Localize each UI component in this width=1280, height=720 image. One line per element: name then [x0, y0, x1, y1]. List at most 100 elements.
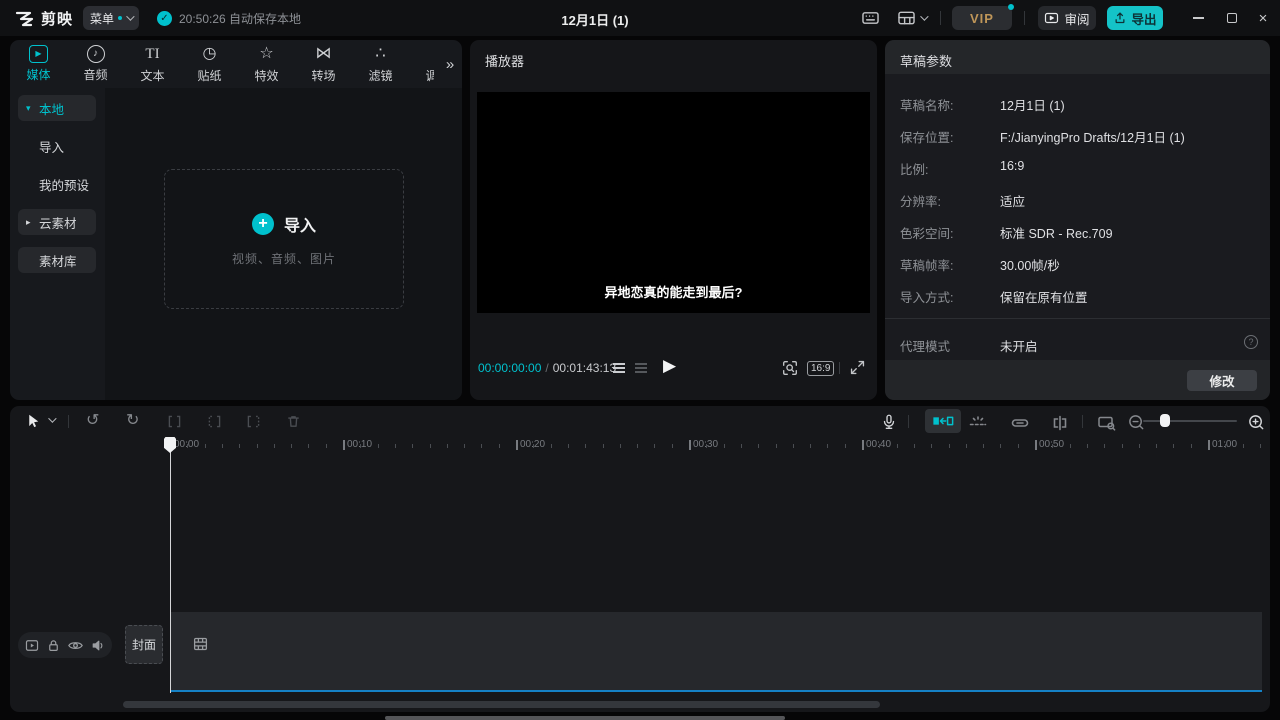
timeline-scrollbar[interactable] [123, 701, 880, 708]
minimize-button[interactable] [1181, 0, 1215, 36]
tab-effects[interactable]: ☆特效 [238, 40, 295, 88]
ruler-tick [741, 444, 742, 448]
auto-snap-button[interactable] [925, 409, 961, 433]
delete-button[interactable] [285, 413, 302, 430]
tree-arrow-icon: ▸ [26, 217, 34, 228]
zoom-slider-handle[interactable] [1160, 414, 1170, 427]
speaker-icon[interactable] [90, 638, 106, 653]
tab-text[interactable]: TI文本 [124, 40, 181, 88]
ruler-tick [378, 444, 379, 448]
fullscreen-button[interactable] [849, 359, 866, 376]
param-row: 保存位置:F:/JianyingPro Drafts/12月1日 (1) [885, 119, 1270, 151]
ruler-tick [637, 444, 638, 448]
params-footer: 修改 [885, 360, 1270, 400]
sidebar-item-my-presets[interactable]: 我的预设 [18, 171, 96, 197]
sidebar-item-import[interactable]: 导入 [18, 133, 96, 159]
tab-adjust[interactable]: ⋮调节 [409, 40, 434, 88]
vip-button[interactable]: VIP [952, 6, 1012, 30]
current-time: 00:00:00:00 [478, 361, 541, 375]
param-row: 导入方式:保留在原有位置 [885, 279, 1270, 311]
text-tab-icon: TI [145, 44, 159, 64]
autosave-status: ✓ 20:50:26 自动保存本地 [157, 10, 301, 27]
split-keep-left-button[interactable] [206, 413, 223, 430]
menu-button[interactable]: 菜单 [83, 6, 139, 30]
tab-filters[interactable]: ∴滤镜 [352, 40, 409, 88]
ruler-tick [205, 444, 206, 448]
zoom-out-button[interactable] [1127, 413, 1146, 432]
ruler-tick [447, 444, 448, 448]
undo-button[interactable]: ↺ [86, 413, 99, 429]
tree-arrow-icon: ▾ [26, 103, 34, 114]
zoom-slider[interactable] [1143, 420, 1237, 422]
film-strip-icon [192, 636, 209, 652]
magnet-snap-icon [932, 413, 954, 429]
eye-icon[interactable] [67, 638, 84, 653]
help-icon[interactable]: ? [1244, 335, 1258, 349]
ruler-tick [1225, 444, 1226, 448]
aspect-ratio-button[interactable]: 16:9 [807, 361, 834, 376]
preview-axis-icon [968, 413, 988, 433]
timeline-ruler[interactable]: 00:0000:1000:2000:3000:4000:5001:00 [10, 436, 1270, 458]
tab-label: 特效 [254, 67, 278, 84]
param-label: 保存位置: [900, 127, 953, 146]
tab-audio[interactable]: ♪音频 [67, 40, 124, 88]
ruler-tick [897, 444, 898, 448]
ruler-tick [724, 444, 725, 448]
ruler-tick [1243, 444, 1244, 448]
track-media-icon[interactable] [24, 638, 40, 653]
bottom-edge-artifact [385, 716, 785, 720]
tab-media[interactable]: ▶媒体 [10, 40, 67, 88]
import-dropzone[interactable]: + 导入 视频、音频、图片 [164, 169, 404, 309]
split-button[interactable] [166, 413, 183, 430]
sidebar-item-material-library[interactable]: 素材库 [18, 247, 96, 273]
param-label: 比例: [900, 159, 928, 178]
frame-list-icon[interactable] [613, 363, 625, 374]
chevron-down-icon [920, 12, 928, 20]
sidebar-item-local[interactable]: ▾本地 [18, 95, 96, 121]
layout-switch-icon[interactable] [897, 10, 926, 26]
export-button[interactable]: 导出 [1107, 6, 1163, 30]
ruler-tick [1104, 444, 1105, 448]
titlebar-divider [940, 11, 941, 25]
sidebar-item-cloud-material[interactable]: ▸云素材 [18, 209, 96, 235]
lock-icon[interactable] [46, 638, 61, 653]
select-tool-button[interactable] [25, 413, 42, 430]
ruler-tick [360, 444, 361, 448]
record-voiceover-button[interactable] [880, 413, 898, 431]
ruler-tick [603, 444, 604, 448]
plus-circle-icon: + [252, 213, 274, 235]
play-button[interactable]: ▶ [663, 356, 676, 376]
mirror-split-button[interactable] [1050, 413, 1070, 433]
import-title: 导入 [284, 212, 316, 236]
expand-tabs-button[interactable]: » [438, 40, 462, 88]
link-button[interactable] [1010, 413, 1030, 433]
redo-button[interactable]: ↻ [126, 413, 139, 429]
shortcut-keyboard-icon[interactable] [861, 10, 880, 26]
close-button[interactable]: × [1246, 0, 1280, 36]
tab-transitions[interactable]: ⋈转场 [295, 40, 352, 88]
tab-label: 调节 [425, 67, 434, 84]
video-preview[interactable]: 异地恋真的能走到最后? [477, 92, 870, 313]
preview-pane-button[interactable] [1097, 413, 1117, 433]
focus-magnifier-icon [781, 359, 799, 377]
ruler-tick [776, 444, 777, 448]
player-title: 播放器 [485, 51, 524, 70]
tab-sticker[interactable]: ◷贴纸 [181, 40, 238, 88]
review-button[interactable]: 审阅 [1038, 6, 1096, 30]
preview-quality-button[interactable] [781, 359, 799, 377]
preview-axis-button[interactable] [968, 413, 988, 433]
maximize-button[interactable] [1215, 0, 1249, 36]
param-label: 草稿名称: [900, 95, 953, 114]
cover-button[interactable]: 封面 [125, 625, 163, 664]
media-sidebar: ▾本地导入我的预设 ▸云素材素材库 [18, 95, 96, 273]
ruler-tick [187, 444, 188, 448]
track-controls [18, 632, 112, 658]
toolbar-divider [908, 415, 909, 428]
select-tool-dropdown[interactable] [48, 417, 54, 423]
zoom-in-button[interactable] [1247, 413, 1266, 432]
expand-icon [849, 359, 866, 376]
vip-notification-dot [1008, 4, 1014, 10]
split-keep-right-button[interactable] [245, 413, 262, 430]
frame-list-dim-icon[interactable] [635, 363, 647, 374]
modify-button[interactable]: 修改 [1187, 370, 1257, 391]
